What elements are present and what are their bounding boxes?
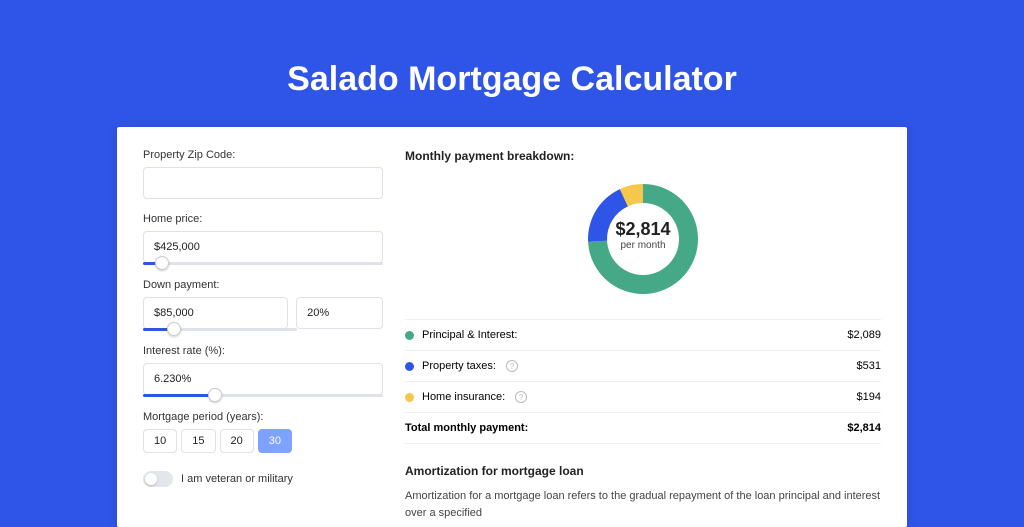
results-column: Monthly payment breakdown: $2,814 per mo…: [383, 149, 881, 527]
interest-input[interactable]: [143, 363, 383, 395]
info-icon[interactable]: ?: [506, 360, 518, 372]
donut-center-amount: $2,814: [613, 219, 673, 240]
home-price-field-group: Home price:: [143, 213, 383, 265]
breakdown-item-value: $2,089: [847, 329, 881, 341]
home-price-input[interactable]: [143, 231, 383, 263]
breakdown-item-label: Home insurance:: [422, 391, 505, 403]
breakdown-item-value: $531: [857, 360, 881, 372]
breakdown-item-value: $194: [857, 391, 881, 403]
amortization-text: Amortization for a mortgage loan refers …: [405, 488, 881, 521]
home-price-slider[interactable]: [143, 262, 383, 265]
donut-chart: $2,814 per month: [583, 179, 703, 299]
info-icon[interactable]: ?: [515, 391, 527, 403]
veteran-toggle[interactable]: [143, 471, 173, 487]
breakdown-row: Property taxes:? $531: [405, 351, 881, 382]
inputs-column: Property Zip Code: Home price: Down paym…: [143, 149, 383, 527]
home-price-slider-thumb[interactable]: [155, 256, 169, 270]
zip-input[interactable]: [143, 167, 383, 199]
legend-dot-icon: [405, 362, 414, 371]
period-label: Mortgage period (years):: [143, 411, 383, 423]
interest-slider-thumb[interactable]: [208, 388, 222, 402]
donut-center-sub: per month: [613, 240, 673, 251]
down-payment-label: Down payment:: [143, 279, 383, 291]
page-title: Salado Mortgage Calculator: [0, 0, 1024, 127]
breakdown-total-value: $2,814: [847, 422, 881, 434]
period-button-20[interactable]: 20: [220, 429, 254, 453]
donut-chart-wrap: $2,814 per month: [405, 179, 881, 299]
breakdown-row: Principal & Interest: $2,089: [405, 320, 881, 351]
amortization-heading: Amortization for mortgage loan: [405, 464, 881, 478]
veteran-label: I am veteran or military: [181, 473, 293, 485]
breakdown-total-row: Total monthly payment: $2,814: [405, 413, 881, 444]
period-button-15[interactable]: 15: [181, 429, 215, 453]
breakdown-total-label: Total monthly payment:: [405, 422, 528, 434]
breakdown-heading: Monthly payment breakdown:: [405, 149, 881, 163]
zip-field-group: Property Zip Code:: [143, 149, 383, 199]
period-button-30[interactable]: 30: [258, 429, 292, 453]
interest-label: Interest rate (%):: [143, 345, 383, 357]
calculator-card: Property Zip Code: Home price: Down paym…: [117, 127, 907, 527]
legend-dot-icon: [405, 331, 414, 340]
down-payment-amount-input[interactable]: [143, 297, 288, 329]
zip-label: Property Zip Code:: [143, 149, 383, 161]
period-button-group: 10152030: [143, 429, 383, 453]
breakdown-item-label: Principal & Interest:: [422, 329, 517, 341]
interest-slider-fill: [143, 394, 215, 397]
home-price-label: Home price:: [143, 213, 383, 225]
down-payment-slider[interactable]: [143, 328, 297, 331]
breakdown-row: Home insurance:? $194: [405, 382, 881, 413]
interest-slider[interactable]: [143, 394, 383, 397]
down-payment-field-group: Down payment:: [143, 279, 383, 331]
legend-dot-icon: [405, 393, 414, 402]
down-payment-pct-input[interactable]: [296, 297, 383, 329]
period-button-10[interactable]: 10: [143, 429, 177, 453]
breakdown-list: Principal & Interest: $2,089 Property taxe…: [405, 319, 881, 444]
period-field-group: Mortgage period (years): 10152030: [143, 411, 383, 453]
down-payment-slider-thumb[interactable]: [167, 322, 181, 336]
interest-field-group: Interest rate (%):: [143, 345, 383, 397]
veteran-toggle-row: I am veteran or military: [143, 471, 383, 487]
breakdown-item-label: Property taxes:: [422, 360, 496, 372]
